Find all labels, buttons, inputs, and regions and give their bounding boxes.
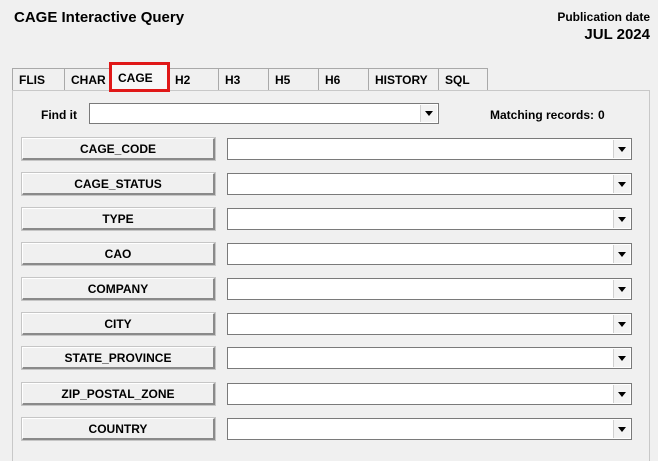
cage-code-button[interactable]: CAGE_CODE bbox=[22, 138, 215, 160]
chevron-down-icon[interactable] bbox=[613, 140, 630, 158]
city-button[interactable]: CITY bbox=[22, 313, 215, 335]
publication-date-label: Publication date bbox=[557, 10, 650, 24]
zip-postal-zone-button[interactable]: ZIP_POSTAL_ZONE bbox=[22, 383, 215, 405]
tab-bar: FLIS CHAR CAGE H2 H3 H5 H6 HISTORY SQL bbox=[12, 62, 488, 92]
cage-status-button[interactable]: CAGE_STATUS bbox=[22, 173, 215, 195]
chevron-down-icon[interactable] bbox=[613, 385, 630, 403]
type-button[interactable]: TYPE bbox=[22, 208, 215, 230]
chevron-down-icon[interactable] bbox=[613, 245, 630, 263]
matching-records: Matching records: 0 bbox=[490, 108, 605, 122]
chevron-down-icon[interactable] bbox=[613, 349, 630, 367]
tab-cage[interactable]: CAGE bbox=[109, 62, 170, 92]
tab-h6[interactable]: H6 bbox=[318, 68, 368, 90]
country-combobox[interactable] bbox=[227, 418, 632, 440]
chevron-down-icon[interactable] bbox=[613, 420, 630, 438]
tab-h5[interactable]: H5 bbox=[268, 68, 318, 90]
tab-sql[interactable]: SQL bbox=[438, 68, 488, 90]
find-it-combobox[interactable] bbox=[89, 103, 439, 124]
matching-records-label: Matching records: bbox=[490, 108, 595, 122]
app-title: CAGE Interactive Query bbox=[14, 9, 185, 26]
state-province-button[interactable]: STATE_PROVINCE bbox=[22, 347, 215, 369]
chevron-down-icon[interactable] bbox=[613, 315, 630, 333]
tab-h3[interactable]: H3 bbox=[218, 68, 268, 90]
cage-status-combobox[interactable] bbox=[227, 173, 632, 195]
chevron-down-icon[interactable] bbox=[613, 210, 630, 228]
publication-date-value: JUL 2024 bbox=[584, 26, 650, 43]
zip-postal-zone-combobox[interactable] bbox=[227, 383, 632, 405]
company-button[interactable]: COMPANY bbox=[22, 278, 215, 300]
city-combobox[interactable] bbox=[227, 313, 632, 335]
find-it-label: Find it bbox=[41, 108, 77, 122]
tab-flis[interactable]: FLIS bbox=[12, 68, 64, 90]
country-button[interactable]: COUNTRY bbox=[22, 418, 215, 440]
chevron-down-icon[interactable] bbox=[613, 280, 630, 298]
chevron-down-icon[interactable] bbox=[613, 175, 630, 193]
cao-combobox[interactable] bbox=[227, 243, 632, 265]
tab-history[interactable]: HISTORY bbox=[368, 68, 438, 90]
chevron-down-icon[interactable] bbox=[420, 105, 437, 122]
tab-char[interactable]: CHAR bbox=[64, 68, 111, 90]
tab-h2[interactable]: H2 bbox=[168, 68, 218, 90]
cage-code-combobox[interactable] bbox=[227, 138, 632, 160]
cao-button[interactable]: CAO bbox=[22, 243, 215, 265]
matching-records-count: 0 bbox=[598, 108, 605, 122]
state-province-combobox[interactable] bbox=[227, 347, 632, 369]
company-combobox[interactable] bbox=[227, 278, 632, 300]
type-combobox[interactable] bbox=[227, 208, 632, 230]
